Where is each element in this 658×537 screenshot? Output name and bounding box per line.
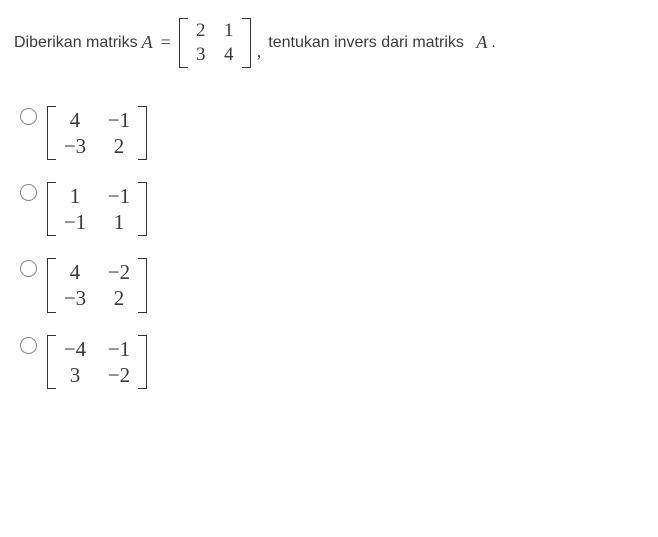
matrix-a12: 1 <box>222 20 236 42</box>
question-tail: tentukan invers dari matriks <box>268 34 464 52</box>
matrix-a22: 4 <box>222 44 236 66</box>
comma: , <box>255 41 265 68</box>
option-4[interactable]: −4 −1 3 −2 <box>20 335 644 389</box>
cell: −3 <box>62 134 88 158</box>
radio-icon[interactable] <box>20 260 37 277</box>
equals-sign: = <box>157 32 175 53</box>
matrix-variable: A <box>142 32 153 53</box>
cell: 2 <box>106 134 132 158</box>
matrix-a11: 2 <box>194 20 208 42</box>
cell: 1 <box>62 184 88 208</box>
option-4-matrix: −4 −1 3 −2 <box>47 335 147 389</box>
cell: 4 <box>62 108 88 132</box>
matrix-a21: 3 <box>194 44 208 66</box>
cell: 3 <box>62 363 88 387</box>
option-2-matrix: 1 −1 −1 1 <box>47 182 147 236</box>
cell: −1 <box>106 337 132 361</box>
cell: −2 <box>106 363 132 387</box>
cell: 1 <box>106 210 132 234</box>
cell: −4 <box>62 337 88 361</box>
radio-icon[interactable] <box>20 184 37 201</box>
option-1[interactable]: 4 −1 −3 2 <box>20 106 644 160</box>
option-2[interactable]: 1 −1 −1 1 <box>20 182 644 236</box>
option-1-matrix: 4 −1 −3 2 <box>47 106 147 160</box>
period: . <box>491 34 495 52</box>
option-3-matrix: 4 −2 −3 2 <box>47 258 147 312</box>
question-lead: Diberikan matriks <box>14 34 138 52</box>
cell: −3 <box>62 286 88 310</box>
question-text: Diberikan matriks A = 2 1 3 4 , tentukan… <box>14 18 644 68</box>
tail-variable: A <box>476 32 487 53</box>
cell: −1 <box>62 210 88 234</box>
radio-icon[interactable] <box>20 108 37 125</box>
option-3[interactable]: 4 −2 −3 2 <box>20 258 644 312</box>
options-list: 4 −1 −3 2 1 −1 −1 1 4 −2 <box>14 106 644 389</box>
cell: −1 <box>106 108 132 132</box>
radio-icon[interactable] <box>20 337 37 354</box>
cell: −1 <box>106 184 132 208</box>
cell: 4 <box>62 260 88 284</box>
cell: 2 <box>106 286 132 310</box>
cell: −2 <box>106 260 132 284</box>
matrix-A: 2 1 3 4 <box>179 18 251 68</box>
